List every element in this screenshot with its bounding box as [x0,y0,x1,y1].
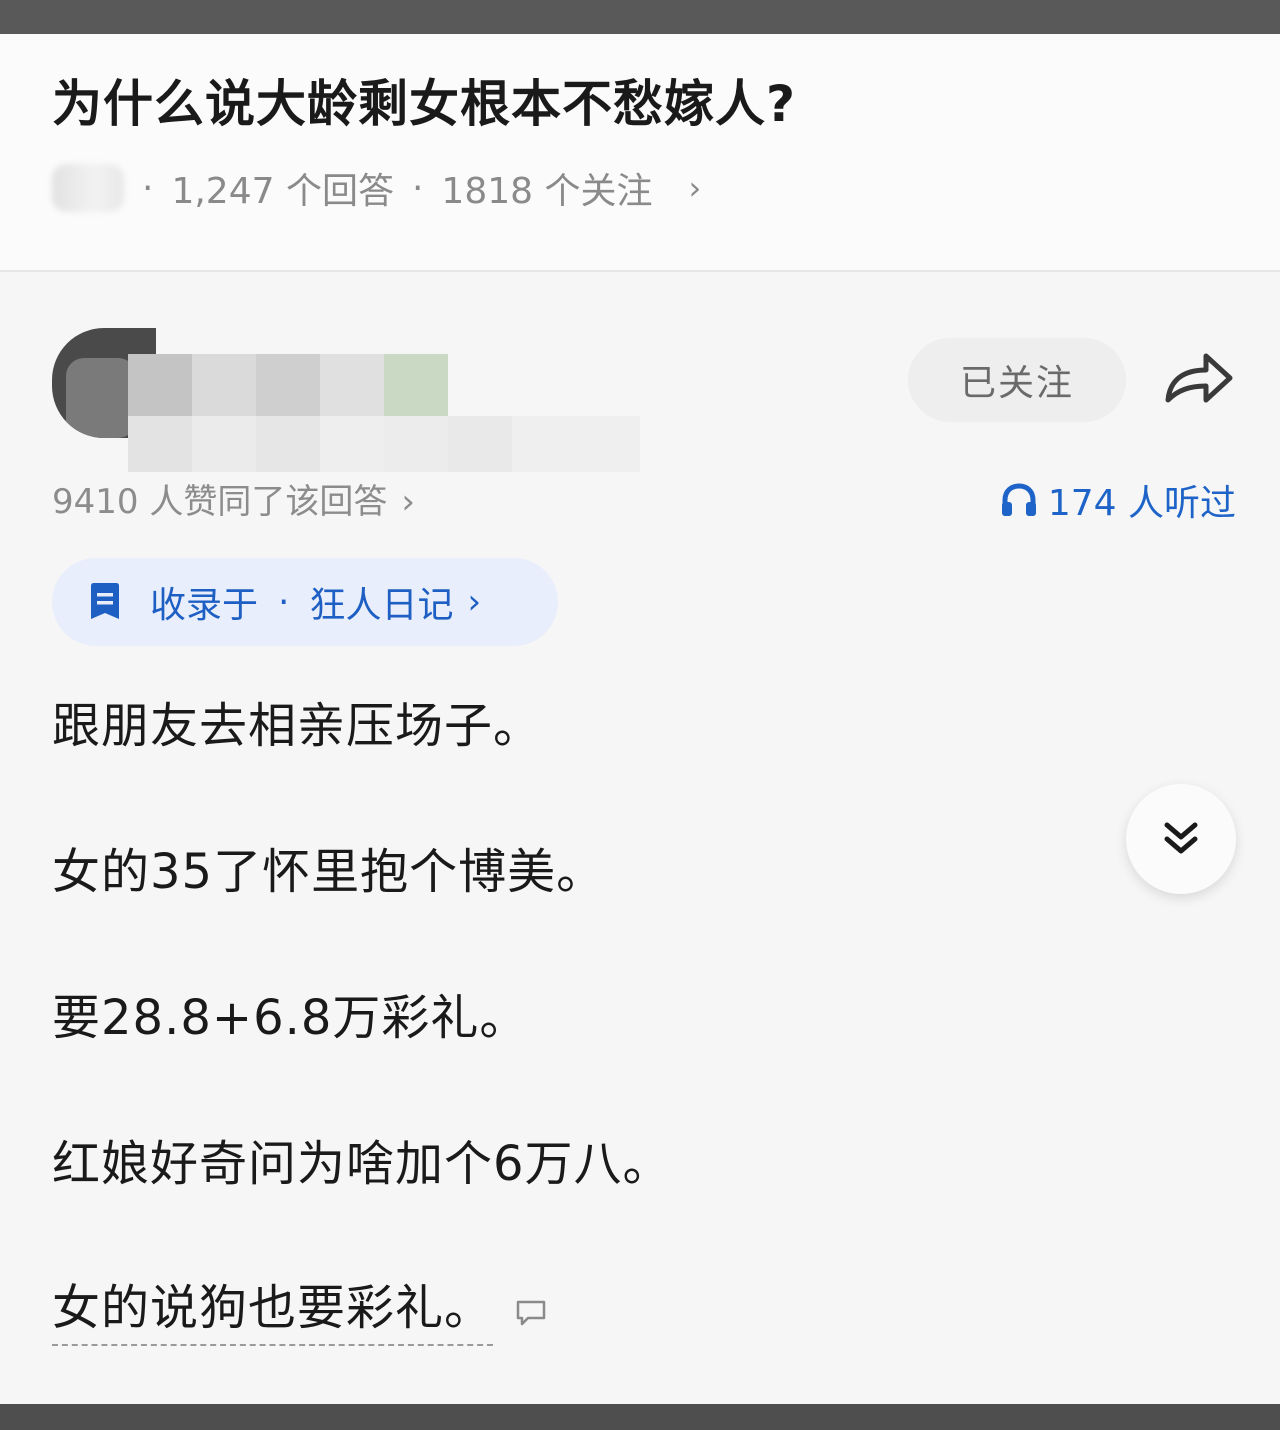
pixel-block [256,416,320,472]
answer-paragraph: 要28.8+6.8万彩礼。 [52,990,529,1046]
chevron-right-icon: › [688,169,702,207]
chevron-right-icon: › [467,582,482,622]
answer-paragraph: 红娘好奇问为啥加个6万八。 [52,1136,672,1192]
pixel-block [128,416,192,472]
pixel-block [448,416,512,472]
meta-separator: · [411,167,424,209]
pixel-block [320,416,384,472]
comment-bubble-icon[interactable] [514,1298,548,1328]
double-chevron-down-icon [1164,822,1198,854]
bookmark-icon [91,583,119,619]
pixel-block [192,416,256,472]
top-edge-bar [0,0,1280,34]
bottom-edge-bar [0,1404,1280,1430]
listened-link[interactable]: 174 人听过 [1000,474,1236,526]
avatar-blur [66,358,136,438]
answer-page: 为什么说大龄剩女根本不愁嫁人? · 1,247 个回答 · 1818 个关注 › [0,34,1280,1404]
pixel-block [384,354,448,416]
answer-paragraph-annotated[interactable]: 女的说狗也要彩礼。 [52,1268,494,1346]
followers-count: 1818 个关注 [441,171,653,212]
collection-name: 狂人日记 [309,585,454,626]
pixel-block [192,354,256,416]
pixel-block [256,354,320,416]
meta-separator: · [142,167,154,209]
expand-button[interactable] [1126,784,1236,894]
votes-link[interactable]: 9410 人赞同了该回答 › [52,474,415,523]
headphones-icon [1001,483,1036,516]
follow-button[interactable]: 已关注 [908,338,1126,422]
pixel-block [128,354,192,416]
answer-paragraph: 跟朋友去相亲压场子。 [52,698,543,754]
collection-separator: · [278,581,290,623]
pixel-block [384,416,448,472]
pixel-block [512,416,640,472]
question-title[interactable]: 为什么说大龄剩女根本不愁嫁人? [52,64,796,136]
share-arrow-icon[interactable] [1162,348,1236,410]
answer-paragraph: 女的35了怀里抱个博美。 [52,844,606,900]
stats-row: 9410 人赞同了该回答 › 174 人听过 [52,474,1236,530]
votes-count: 9410 人赞同了该回答 [52,482,388,522]
blurred-topic [52,164,124,212]
listened-count: 174 人听过 [1047,483,1236,524]
author-row: 已关注 [52,320,1242,472]
collection-chip[interactable]: 收录于 · 狂人日记 › [52,558,558,646]
collection-label: 收录于 [150,585,259,626]
chevron-right-icon: › [401,482,415,522]
question-meta[interactable]: · 1,247 个回答 · 1818 个关注 › [52,162,701,214]
answers-count: 1,247 个回答 [171,171,394,212]
question-header: 为什么说大龄剩女根本不愁嫁人? · 1,247 个回答 · 1818 个关注 › [0,34,1280,272]
pixel-block [320,354,384,416]
